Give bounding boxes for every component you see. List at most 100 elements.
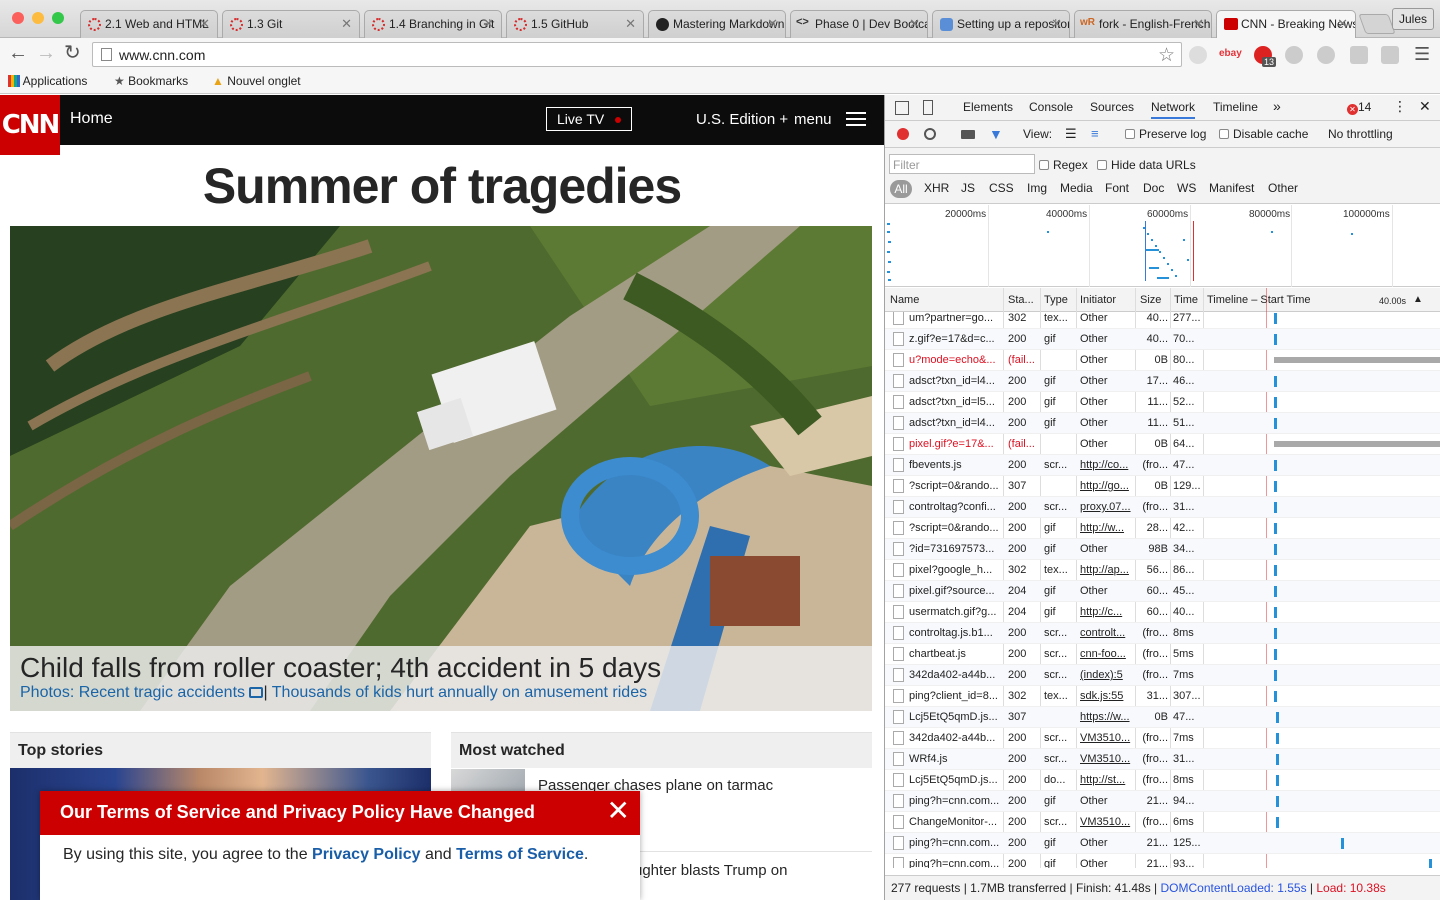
tab-devbootcamp[interactable]: <>Phase 0 | Dev Bootcamp✕ — [790, 10, 928, 38]
close-tab-icon[interactable]: ✕ — [909, 16, 920, 32]
home-link[interactable]: Home — [70, 110, 113, 128]
regex-checkbox[interactable]: Regex — [1039, 158, 1088, 172]
minimize-window-button[interactable] — [32, 12, 44, 24]
type-filter-all[interactable]: All — [890, 180, 912, 198]
request-row[interactable]: Lcj5EtQ5qmD.js... 307 https://w... 0B 47... — [885, 707, 1440, 728]
throttling-select[interactable]: No throttling — [1328, 127, 1393, 141]
cell-initiator[interactable]: VM3510... — [1080, 732, 1134, 744]
profile-button[interactable]: Jules — [1392, 8, 1434, 30]
cell-initiator[interactable]: http://c... — [1080, 606, 1134, 618]
type-filter-font[interactable]: Font — [1105, 181, 1129, 195]
live-tv-button[interactable]: Live TV — [546, 107, 632, 131]
close-tab-icon[interactable]: ✕ — [767, 16, 778, 32]
more-tabs-icon[interactable]: » — [1273, 98, 1281, 114]
preserve-log-checkbox[interactable]: Preserve log — [1125, 127, 1206, 141]
hero-image[interactable]: Child falls from roller coaster; 4th acc… — [10, 226, 872, 711]
sort-up-icon[interactable]: ▲ — [1413, 294, 1423, 305]
column-status[interactable]: Sta... — [1008, 294, 1034, 306]
back-icon[interactable]: ← — [8, 42, 28, 64]
list-view-icon[interactable]: ☰ — [1065, 126, 1077, 142]
request-row[interactable]: ?script=0&rando... 200 gif http://w... 28...… — [885, 518, 1440, 539]
photos-link[interactable]: Photos: Recent tragic accidents — [20, 684, 245, 701]
request-row[interactable]: ping?h=cnn.com... 200 gif Other 21... 93... — [885, 854, 1440, 868]
inspect-element-icon[interactable] — [895, 101, 909, 115]
terms-of-service-link[interactable]: Terms of Service — [456, 846, 584, 863]
tab-github[interactable]: 1.5 GitHub ✕ — [506, 10, 644, 38]
type-filter-manifest[interactable]: Manifest — [1209, 181, 1254, 195]
page-extension-icon[interactable] — [1350, 46, 1368, 64]
request-row[interactable]: WRf4.js 200 scr... VM3510... (fro... 31... — [885, 749, 1440, 770]
filter-input[interactable]: Filter — [889, 154, 1035, 174]
bookmark-applications[interactable]: Applications — [8, 74, 87, 88]
cell-initiator[interactable]: http://st... — [1080, 774, 1134, 786]
bookmark-bookmarks[interactable]: ★ Bookmarks — [114, 74, 188, 88]
cell-initiator[interactable]: http://go... — [1080, 480, 1134, 492]
request-row[interactable]: usermatch.gif?g... 204 gif http://c... 60...… — [885, 602, 1440, 623]
dropbox-extension-icon[interactable] — [1381, 46, 1399, 64]
type-filter-doc[interactable]: Doc — [1143, 181, 1164, 195]
tab-sources[interactable]: Sources — [1090, 100, 1134, 114]
tab-cnn[interactable]: CNN - Breaking News ✕ — [1216, 10, 1356, 38]
most-watched-header[interactable]: Most watched — [451, 732, 872, 768]
cell-initiator[interactable]: controlt... — [1080, 627, 1134, 639]
top-stories-header[interactable]: Top stories — [10, 732, 431, 768]
error-count-badge[interactable]: ✕ 14 — [1347, 100, 1371, 115]
waterfall-view-icon[interactable]: ≡ — [1091, 126, 1099, 141]
puzzle-extension-icon[interactable] — [1285, 46, 1303, 64]
network-overview[interactable]: 20000ms 40000ms 60000ms 80000ms 100000ms — [885, 205, 1440, 287]
kids-hurt-link[interactable]: Thousands of kids hurt annually on amuse… — [272, 684, 647, 701]
request-row[interactable]: ping?h=cnn.com... 200 gif Other 21... 94... — [885, 791, 1440, 812]
hamburger-menu-icon[interactable] — [846, 112, 866, 128]
close-icon[interactable]: ✕ — [607, 797, 630, 825]
request-row[interactable]: ?id=731697573... 200 gif Other 98B 34... — [885, 539, 1440, 560]
close-window-button[interactable] — [12, 12, 24, 24]
chrome-menu-icon[interactable]: ☰ — [1414, 44, 1430, 65]
tab-git[interactable]: 1.3 Git ✕ — [222, 10, 360, 38]
request-row[interactable]: 342da402-a44b... 200 scr... VM3510... (fro..… — [885, 728, 1440, 749]
request-row[interactable]: pixel.gif?source... 204 gif Other 60... 45... — [885, 581, 1440, 602]
address-bar[interactable]: www.cnn.com ☆ — [92, 42, 1182, 67]
most-watched-item[interactable]: ughter blasts Trump on — [634, 862, 787, 879]
type-filter-other[interactable]: Other — [1268, 181, 1298, 195]
filter-icon[interactable]: ▼ — [989, 126, 1003, 142]
bookmark-star-icon[interactable]: ☆ — [1158, 44, 1175, 67]
close-tab-icon[interactable]: ✕ — [1337, 16, 1348, 32]
type-filter-img[interactable]: Img — [1027, 181, 1047, 195]
menu-label[interactable]: menu — [794, 111, 832, 128]
tab-timeline[interactable]: Timeline — [1213, 100, 1258, 114]
tab-network[interactable]: Network — [1151, 100, 1196, 119]
type-filter-ws[interactable]: WS — [1177, 181, 1196, 195]
tab-repository[interactable]: Setting up a repository ✕ — [932, 10, 1070, 38]
request-row[interactable]: ChangeMonitor-... 200 scr... VM3510... (fro.… — [885, 812, 1440, 833]
type-filter-css[interactable]: CSS — [989, 181, 1014, 195]
request-row[interactable]: adsct?txn_id=l5... 200 gif Other 11... 52... — [885, 392, 1440, 413]
new-tab-button[interactable] — [1358, 14, 1396, 34]
reload-icon[interactable]: ↻ — [64, 42, 81, 64]
close-tab-icon[interactable]: ✕ — [1051, 16, 1062, 32]
request-row[interactable]: controltag?confi... 200 scr... proxy.07... (… — [885, 497, 1440, 518]
request-row[interactable]: adsct?txn_id=l4... 200 gif Other 11... 51... — [885, 413, 1440, 434]
tab-wordreference[interactable]: wR fork - English-French ✕ — [1074, 10, 1212, 38]
privacy-policy-link[interactable]: Privacy Policy — [312, 846, 421, 863]
shield-extension-icon[interactable] — [1189, 46, 1207, 64]
type-filter-js[interactable]: JS — [961, 181, 975, 195]
request-row[interactable]: u?mode=echo&... (fail... Other 0B 80... — [885, 350, 1440, 371]
tab-elements[interactable]: Elements — [963, 100, 1013, 114]
request-row[interactable]: pixel?google_h... 302 tex... http://ap... 56… — [885, 560, 1440, 581]
request-row[interactable]: fbevents.js 200 scr... http://co... (fro... 4… — [885, 455, 1440, 476]
request-row[interactable]: z.gif?e=17&d=c... 200 gif Other 40... 70... — [885, 329, 1440, 350]
column-timeline[interactable]: Timeline – Start Time — [1207, 294, 1311, 306]
type-filter-xhr[interactable]: XHR — [924, 181, 949, 195]
clear-icon[interactable] — [924, 128, 936, 140]
request-row[interactable]: Lcj5EtQ5qmD.js... 200 do... http://st... (fr… — [885, 770, 1440, 791]
request-row[interactable]: pixel.gif?e=17&... (fail... Other 0B 64... — [885, 434, 1440, 455]
type-filter-media[interactable]: Media — [1060, 181, 1093, 195]
cell-initiator[interactable]: cnn-foo... — [1080, 648, 1134, 660]
close-tab-icon[interactable]: ✕ — [625, 16, 636, 32]
hero-caption[interactable]: Child falls from roller coaster; 4th acc… — [20, 652, 661, 684]
request-row[interactable]: um?partner=go... 302 tex... Other 40... 277..… — [885, 312, 1440, 329]
close-tab-icon[interactable]: ✕ — [483, 16, 494, 32]
column-name[interactable]: Name — [890, 294, 919, 306]
cell-initiator[interactable]: proxy.07... — [1080, 501, 1134, 513]
edition-picker[interactable]: U.S. Edition + — [696, 111, 788, 128]
